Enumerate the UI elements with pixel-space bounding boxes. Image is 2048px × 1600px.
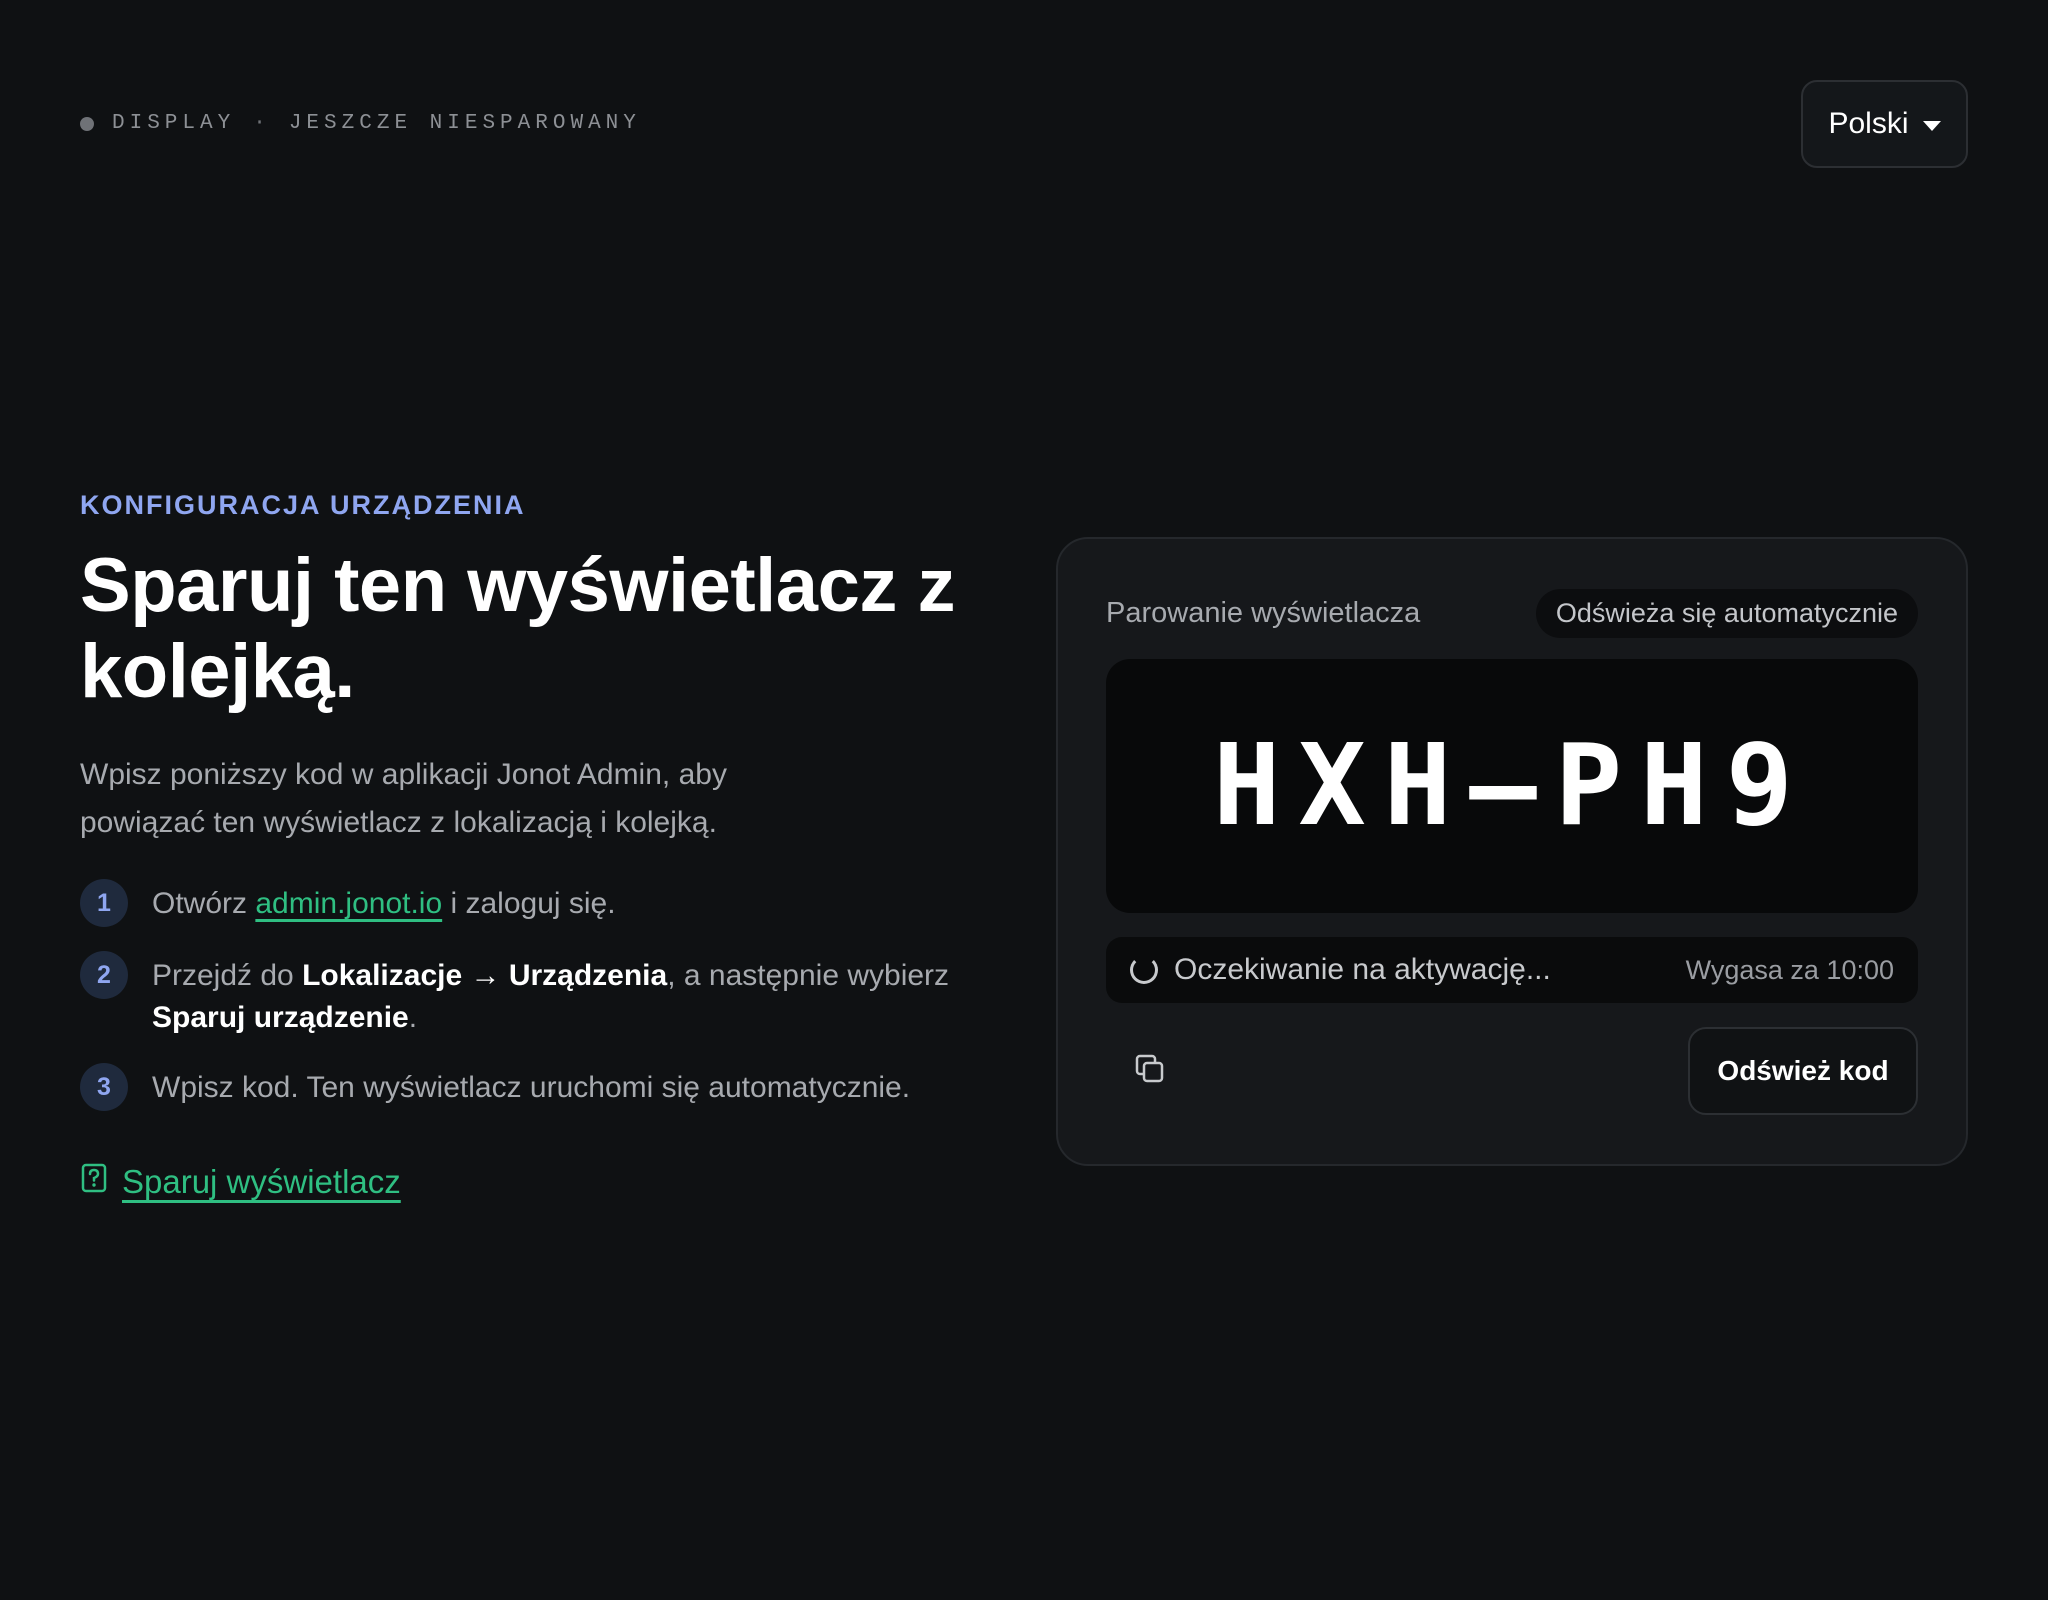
card-actions: Odśwież kod [1106, 1027, 1918, 1115]
language-selected-label: Polski [1828, 107, 1909, 140]
step-item-3: 3 Wpisz kod. Ten wyświetlacz uruchomi si… [80, 1063, 980, 1111]
step-nav-path: Lokalizacje → Urządzenia [302, 959, 668, 992]
help-document-icon [80, 1163, 108, 1201]
card-title: Parowanie wyświetlacza [1106, 596, 1421, 629]
language-select[interactable]: Polski [1801, 80, 1968, 168]
step-text-suffix: i zaloguj się. [442, 887, 616, 920]
step-text: Przejdź do Lokalizacje → Urządzenia, a n… [152, 955, 949, 1039]
status-device-label: DISPLAY [112, 112, 236, 135]
expiry-countdown: Wygasa za 10:00 [1685, 954, 1894, 985]
auto-refresh-badge: Odświeża się automatycznie [1535, 588, 1918, 638]
step-text: Otwórz admin.jonot.io i zaloguj się. [152, 883, 616, 925]
pairing-page: DISPLAY · JESZCZE NIESPAROWANY Polski KO… [0, 0, 2048, 1600]
status-separator: · [253, 112, 271, 135]
step-text: Wpisz kod. Ten wyświetlacz uruchomi się … [152, 1071, 911, 1104]
spinner-icon [1130, 956, 1158, 984]
activation-status-row: Oczekiwanie na aktywację... Wygasa za 10… [1106, 937, 1918, 1003]
pair-display-help-link[interactable]: Sparuj wyświetlacz [80, 1163, 980, 1201]
device-status: DISPLAY · JESZCZE NIESPAROWANY [80, 112, 641, 135]
help-link-label: Sparuj wyświetlacz [122, 1163, 401, 1200]
refresh-code-button[interactable]: Odśwież kod [1688, 1027, 1918, 1115]
section-eyebrow: KONFIGURACJA URZĄDZENIA [80, 490, 526, 520]
activation-status-label: Oczekiwanie na aktywację... [1174, 953, 1551, 986]
step-number: 1 [80, 879, 128, 927]
activation-status: Oczekiwanie na aktywację... [1130, 953, 1551, 987]
step-item-1: 1 Otwórz admin.jonot.io i zaloguj się. [80, 879, 980, 927]
step-action-name: Sparuj urządzenie [152, 1001, 409, 1034]
step-text-suffix: . [408, 1001, 418, 1034]
pairing-card: Parowanie wyświetlacza Odświeża się auto… [1056, 537, 1968, 1166]
pairing-code: HXH–PH9 [1212, 721, 1811, 851]
card-header: Parowanie wyświetlacza Odświeża się auto… [1106, 587, 1918, 639]
chevron-down-icon [1922, 121, 1941, 131]
status-dot-icon [80, 116, 94, 131]
admin-link[interactable]: admin.jonot.io [255, 887, 442, 920]
status-state-label: JESZCZE NIESPAROWANY [288, 112, 641, 135]
step-number: 2 [80, 951, 128, 999]
steps-list: 1 Otwórz admin.jonot.io i zaloguj się. 2… [80, 879, 980, 1111]
step-item-2: 2 Przejdź do Lokalizacje → Urządzenia, a… [80, 951, 980, 1039]
intro-section: KONFIGURACJA URZĄDZENIA Sparuj ten wyświ… [80, 490, 980, 1201]
step-text-middle: , a następnie wybierz [667, 959, 950, 992]
page-description: Wpisz poniższy kod w aplikacji Jonot Adm… [80, 758, 727, 839]
page-title: Sparuj ten wyświetlacz z kolejką. [80, 543, 955, 714]
pairing-code-box: HXH–PH9 [1106, 659, 1918, 913]
step-text-prefix: Otwórz [152, 887, 256, 920]
step-number: 3 [80, 1063, 128, 1111]
copy-icon [1133, 1052, 1167, 1091]
step-text-prefix: Przejdź do [152, 959, 303, 992]
copy-code-button[interactable] [1106, 1027, 1194, 1115]
